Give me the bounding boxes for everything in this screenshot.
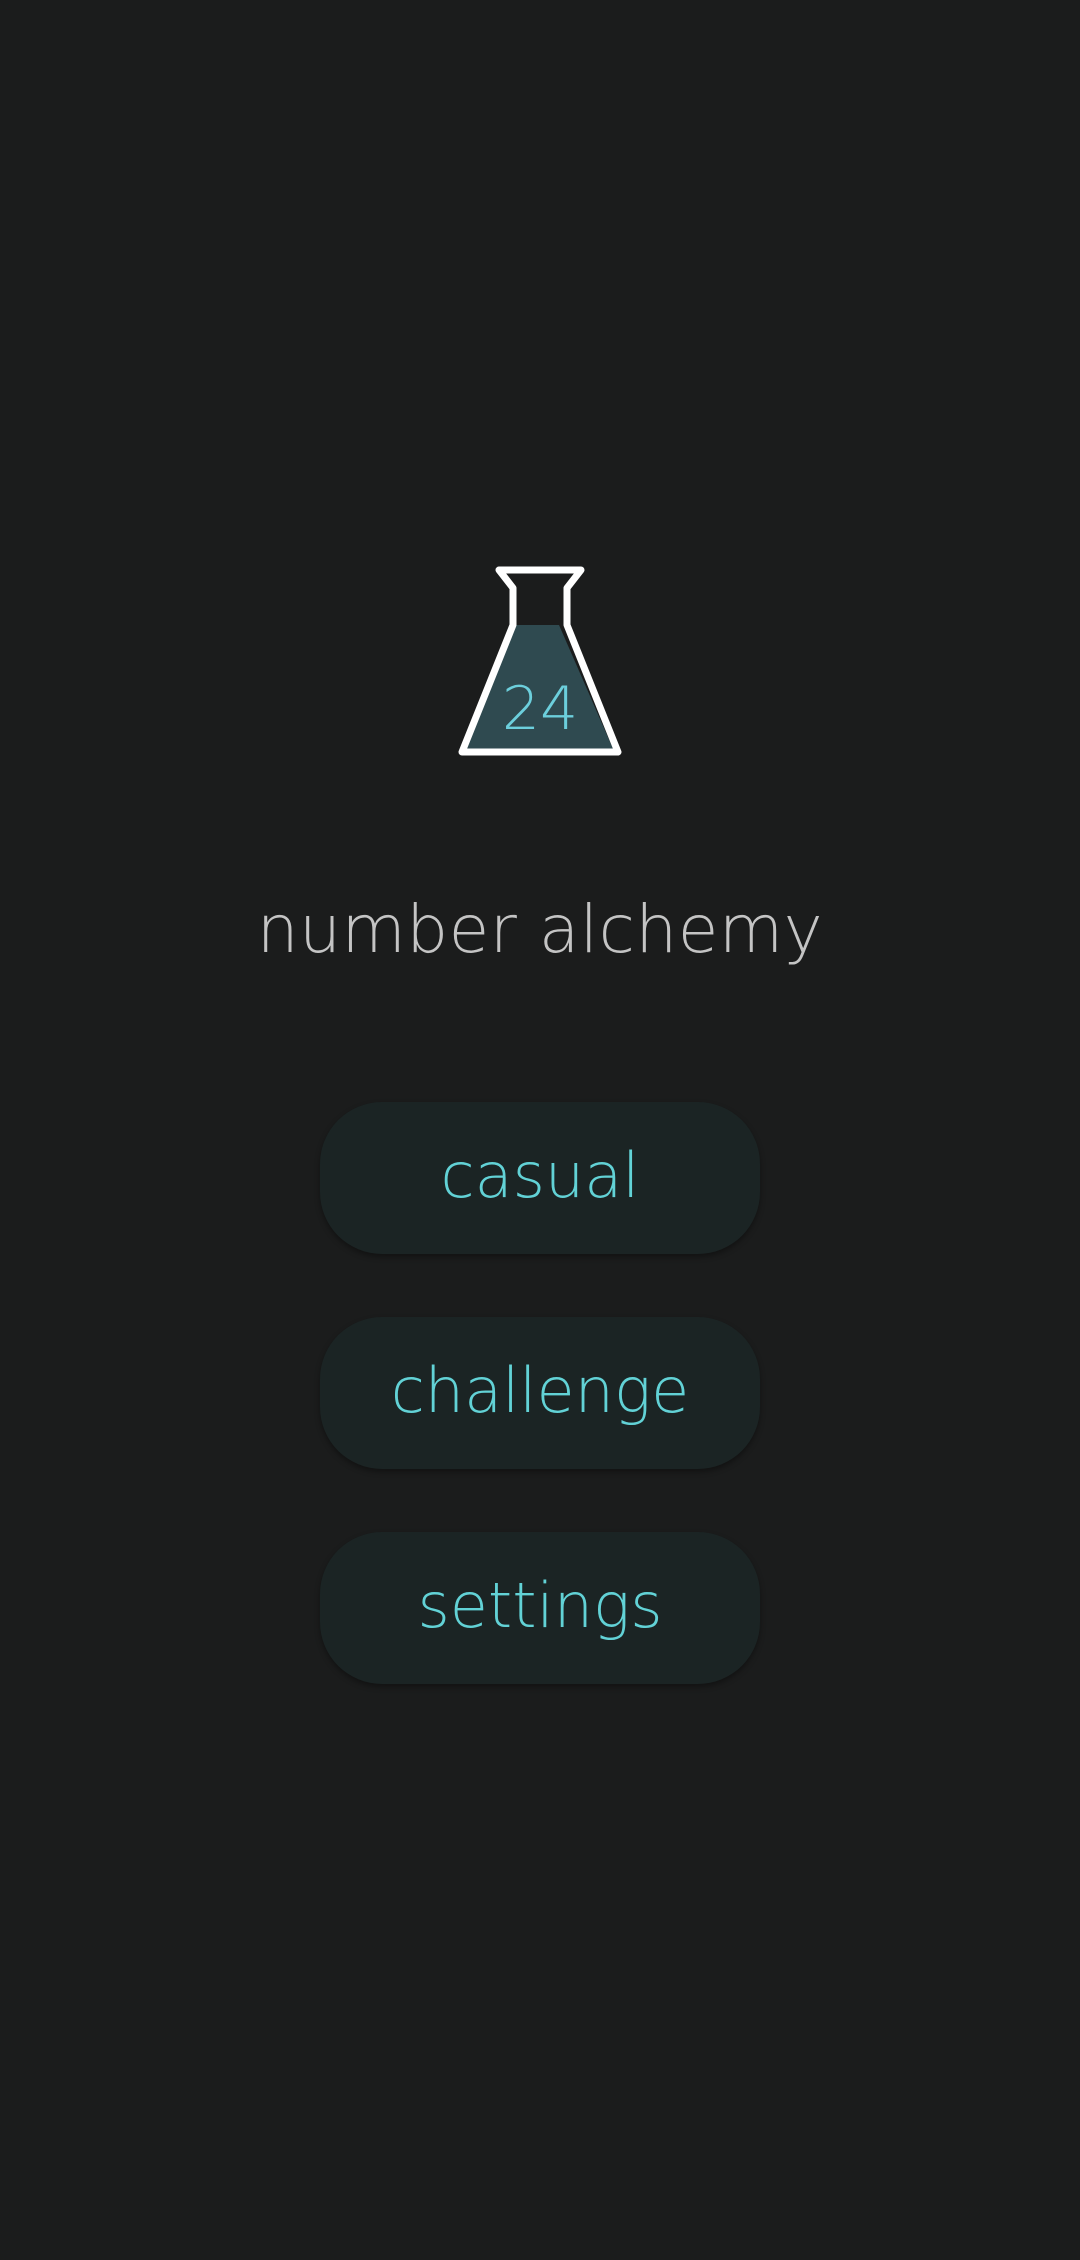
main-menu: casual challenge settings: [320, 1102, 760, 1747]
challenge-button[interactable]: challenge: [320, 1317, 760, 1469]
settings-button[interactable]: settings: [320, 1532, 760, 1684]
home-screen: 24 number alchemy casual challenge setti…: [0, 0, 1080, 2260]
casual-button[interactable]: casual: [320, 1102, 760, 1254]
flask-number: 24: [502, 674, 578, 744]
flask-logo: 24: [456, 564, 624, 760]
app-title: number alchemy: [256, 891, 824, 968]
flask-icon: 24: [458, 566, 622, 756]
